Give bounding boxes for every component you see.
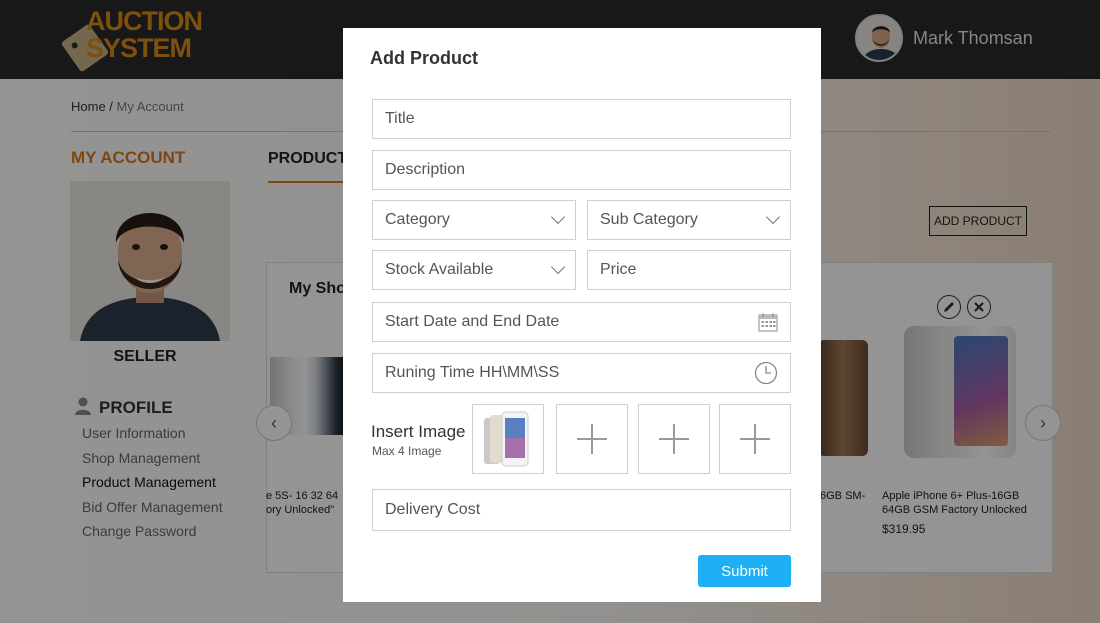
modal-title: Add Product: [370, 48, 478, 68]
sub-category-placeholder: Sub Category: [600, 211, 698, 228]
clock-icon[interactable]: [754, 361, 778, 385]
uploaded-image-thumbnail: [484, 411, 529, 467]
add-image-button[interactable]: [638, 404, 710, 474]
sub-category-select[interactable]: Sub Category: [587, 200, 791, 240]
chevron-down-icon: [550, 259, 566, 275]
plus-icon: [740, 424, 770, 454]
stock-placeholder: Stock Available: [385, 261, 494, 278]
chevron-down-icon: [765, 209, 781, 225]
title-input[interactable]: Title: [372, 99, 791, 139]
price-input[interactable]: Price: [587, 250, 791, 290]
description-placeholder: Description: [385, 161, 466, 178]
plus-icon: [659, 424, 689, 454]
delivery-cost-input[interactable]: Delivery Cost: [372, 489, 791, 531]
running-time-placeholder: Runing Time HH\MM\SS: [385, 364, 560, 381]
insert-image-label: Insert Image: [371, 422, 466, 441]
price-placeholder: Price: [600, 261, 637, 278]
add-image-button[interactable]: [556, 404, 628, 474]
delivery-cost-placeholder: Delivery Cost: [385, 501, 481, 518]
description-input[interactable]: Description: [372, 150, 791, 190]
add-product-modal: Add Product Title Description Category S…: [343, 28, 821, 602]
title-placeholder: Title: [385, 110, 415, 127]
running-time-input[interactable]: Runing Time HH\MM\SS: [372, 353, 791, 393]
image-slot-filled[interactable]: [472, 404, 544, 474]
submit-button[interactable]: Submit: [698, 555, 791, 587]
chevron-down-icon: [550, 209, 566, 225]
date-range-placeholder: Start Date and End Date: [385, 313, 560, 330]
add-image-button[interactable]: [719, 404, 791, 474]
category-select[interactable]: Category: [372, 200, 576, 240]
calendar-icon[interactable]: [758, 312, 778, 332]
stock-select[interactable]: Stock Available: [372, 250, 576, 290]
category-placeholder: Category: [385, 211, 450, 228]
date-range-input[interactable]: Start Date and End Date: [372, 302, 791, 342]
plus-icon: [577, 424, 607, 454]
insert-image-hint: Max 4 Image: [372, 444, 442, 458]
